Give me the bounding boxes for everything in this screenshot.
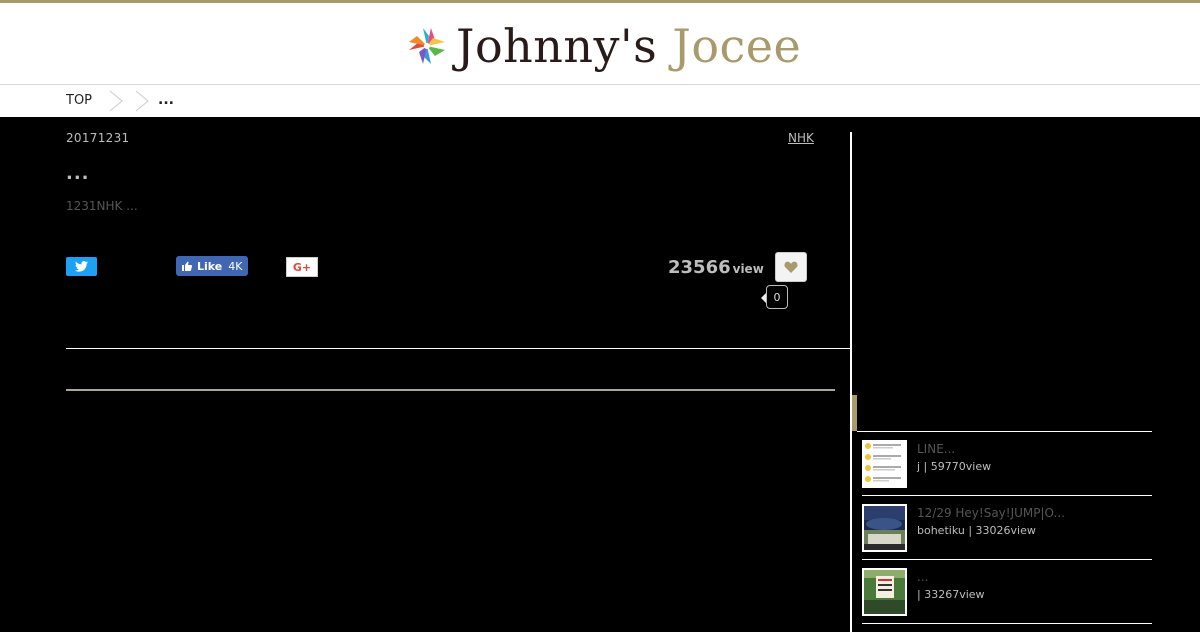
logo-primary-text: Johnny's [456,19,658,73]
chevron-right-icon [109,90,123,112]
pinwheel-logo-icon [409,28,445,64]
facebook-like-label: Like [197,259,223,273]
sidebar-thumbnail [862,440,907,488]
sidebar-heading-accent [852,395,857,431]
section-divider-accent [66,389,835,391]
sidebar-thumbnail [862,568,907,616]
chat-screenshot-thumbnail [865,443,901,482]
favorite-button[interactable] [775,252,807,282]
sidebar-item-title: ... [917,570,929,584]
column-divider [850,132,852,632]
view-unit: view [732,262,764,276]
sidebar-item-title: LINE... [917,442,956,456]
view-counter: 23566 view [668,257,764,278]
article-area: 20171231 NHK ... 1231NHK ... Like 4K G+ … [0,117,1200,632]
article-date: 20171231 [66,131,130,145]
article-summary: 1231NHK ... [66,199,138,213]
twitter-share-button[interactable] [66,257,97,276]
article-title: ... [66,163,90,184]
sidebar-item-title: 12/29 Hey!Say!JUMP|O... [917,506,1065,520]
view-count: 23566 [668,257,731,278]
breadcrumb-top-link[interactable]: TOP [66,93,92,108]
article-tag-link[interactable]: NHK [788,131,814,145]
facebook-like-button[interactable]: Like 4K [176,256,248,276]
concert-venue-thumbnail [864,506,905,550]
site-header: Johnny's Jocee [0,0,1200,84]
sidebar-item-meta: bohetiku | 33026view [917,524,1036,537]
thumbs-up-icon [182,261,193,271]
breadcrumb: TOP ... [0,84,1200,117]
section-divider [66,348,850,349]
sidebar-item-meta: j | 59770view [917,460,992,473]
logo-wordmark: Johnny's Jocee [456,17,801,75]
logo-accent-text: Jocee [672,19,802,73]
sidebar-list-item[interactable]: LINE... j | 59770view [862,432,1152,496]
facebook-like-count: 4K [228,259,243,273]
heart-icon [784,261,798,273]
site-logo[interactable]: Johnny's Jocee [404,17,801,75]
chevron-right-icon [135,90,149,112]
sidebar-list-item[interactable]: ... | 33267view [862,560,1152,624]
breadcrumb-current: ... [158,92,174,108]
sidebar-thumbnail [862,504,907,552]
google-plus-share-button[interactable]: G+ [286,257,318,277]
sidebar-list-item[interactable]: 12/29 Hey!Say!JUMP|O... bohetiku | 33026… [862,496,1152,560]
sidebar-item-meta: | 33267view [917,588,985,601]
green-sign-thumbnail [864,570,905,614]
favorite-count-badge: 0 [761,285,788,309]
twitter-bird-icon [75,261,88,272]
